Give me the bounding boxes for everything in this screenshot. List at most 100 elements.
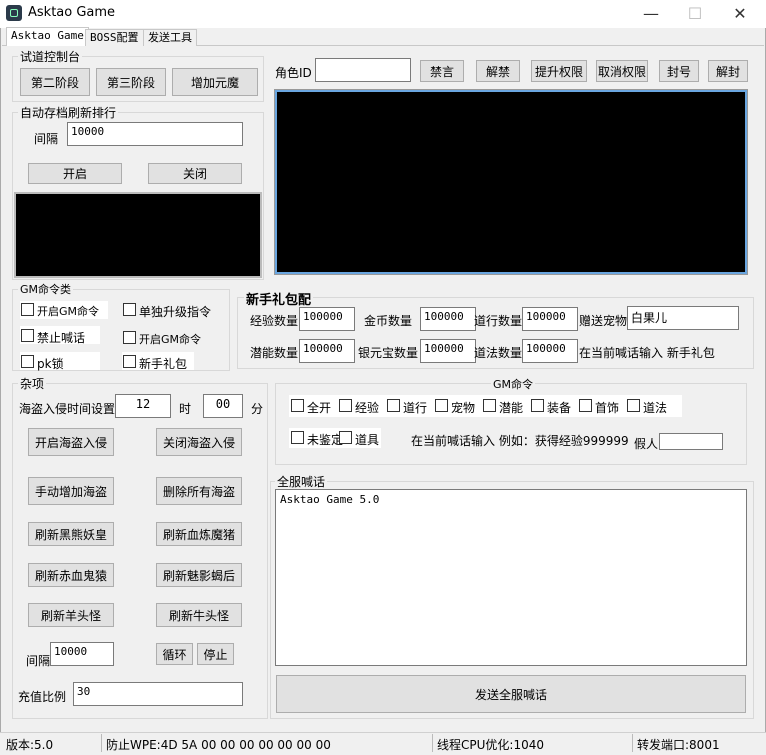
broadcast-textarea[interactable]: Asktao Game 5.0 xyxy=(275,489,747,666)
minimize-button[interactable]: — xyxy=(628,0,674,28)
mute-button[interactable]: 禁言 xyxy=(420,60,464,82)
raise-permission-button[interactable]: 提升权限 xyxy=(531,60,587,82)
gift-pet-label: 赠送宠物 xyxy=(579,314,628,328)
tab-asktao-game[interactable]: Asktao Game xyxy=(6,27,89,46)
gm-pet-checkbox[interactable] xyxy=(435,399,448,412)
daofa-amount-label: 道法数量 xyxy=(474,346,523,360)
gm-item-checkbox[interactable] xyxy=(339,431,352,444)
gm-unidentified-label: 未鉴定 xyxy=(307,433,344,447)
gm-command-hint: 在当前喊话输入 例如：获得经验999999 xyxy=(411,434,629,448)
gold-amount-label: 金币数量 xyxy=(364,314,413,328)
gm-unidentified-checkbox[interactable] xyxy=(291,431,304,444)
recharge-ratio-input[interactable]: 30 xyxy=(73,682,243,706)
single-upgrade-label: 单独升级指令 xyxy=(139,305,212,319)
status-separator xyxy=(101,734,102,752)
refresh-red-ape-button[interactable]: 刷新赤血鬼猿 xyxy=(28,563,114,587)
broadcast-label: 全服喊话 xyxy=(275,473,328,490)
recharge-ratio-label: 充值比例 xyxy=(18,690,67,704)
pirate-minute-input[interactable]: 00 xyxy=(203,394,243,418)
enable-gm-checkbox[interactable] xyxy=(21,303,34,316)
revoke-permission-button[interactable]: 取消权限 xyxy=(596,60,648,82)
enable-gm-label-2: 开启GM命令 xyxy=(139,333,202,346)
gm-exp-checkbox[interactable] xyxy=(339,399,352,412)
misc-interval-input[interactable]: 10000 xyxy=(50,642,114,666)
role-id-input[interactable] xyxy=(315,58,411,82)
hour-unit-label: 时 xyxy=(179,402,192,416)
gm-jewelry-label: 首饰 xyxy=(595,401,620,415)
daohang-amount-label: 道行数量 xyxy=(474,314,523,328)
single-upgrade-checkbox[interactable] xyxy=(123,303,136,316)
gm-jewelry-checkbox[interactable] xyxy=(579,399,592,412)
gm-equip-checkbox[interactable] xyxy=(531,399,544,412)
refresh-goat-head-button[interactable]: 刷新羊头怪 xyxy=(28,603,114,627)
misc-interval-label: 间隔 xyxy=(26,654,51,668)
forbid-shout-label: 禁止喊话 xyxy=(37,331,86,345)
status-wpe: 防止WPE:4D 5A 00 00 00 00 00 00 00 xyxy=(106,738,331,752)
start-pirate-invasion-button[interactable]: 开启海盗入侵 xyxy=(28,428,114,456)
daohang-amount-input[interactable]: 100000 xyxy=(522,307,578,331)
gm-class-label: GM命令类 xyxy=(18,281,74,297)
autosave-start-button[interactable]: 开启 xyxy=(28,163,122,184)
app-icon xyxy=(6,5,22,21)
refresh-bull-head-button[interactable]: 刷新牛头怪 xyxy=(156,603,242,627)
gm-daofa-checkbox[interactable] xyxy=(627,399,640,412)
gold-amount-input[interactable]: 100000 xyxy=(420,307,476,331)
silver-ingot-input[interactable]: 100000 xyxy=(420,339,476,363)
refresh-shadow-scorpion-button[interactable]: 刷新魅影蝎后 xyxy=(156,563,242,587)
autosave-stop-button[interactable]: 关闭 xyxy=(148,163,242,184)
tab-boss-config[interactable]: BOSS配置 xyxy=(85,29,144,46)
role-id-label: 角色ID xyxy=(275,66,312,80)
window-title: Asktao Game xyxy=(28,5,116,20)
daofa-amount-input[interactable]: 100000 xyxy=(522,339,578,363)
unmute-button[interactable]: 解禁 xyxy=(476,60,520,82)
tab-send-tool[interactable]: 发送工具 xyxy=(143,29,197,46)
enable-gm-label: 开启GM命令 xyxy=(37,305,100,318)
enable-gm-checkbox-2[interactable] xyxy=(123,331,136,344)
gm-daofa-label: 道法 xyxy=(643,401,668,415)
forbid-shout-checkbox[interactable] xyxy=(21,329,34,342)
pk-lock-label: pk锁 xyxy=(37,357,64,371)
newbie-gift-checkbox[interactable] xyxy=(123,355,136,368)
refresh-blood-pig-button[interactable]: 刷新血炼魔猪 xyxy=(156,522,242,546)
maximize-button[interactable]: ☐ xyxy=(672,0,718,28)
gm-exp-label: 经验 xyxy=(355,401,380,415)
ban-button[interactable]: 封号 xyxy=(659,60,699,82)
pirate-hour-input[interactable]: 12 xyxy=(115,394,171,418)
gm-daohang-label: 道行 xyxy=(403,401,428,415)
status-separator xyxy=(632,734,633,752)
pirate-time-label: 海盗入侵时间设置 xyxy=(19,402,116,416)
title-bar: Asktao Game — ☐ ✕ xyxy=(0,0,766,28)
misc-label: 杂项 xyxy=(18,375,47,392)
loop-button[interactable]: 循环 xyxy=(156,643,193,665)
gift-pet-input[interactable]: 白果儿 xyxy=(627,306,739,330)
add-pirate-button[interactable]: 手动增加海盗 xyxy=(28,477,114,505)
fake-player-input[interactable] xyxy=(659,433,723,450)
close-button[interactable]: ✕ xyxy=(717,0,763,28)
autosave-log-panel xyxy=(14,192,262,278)
gm-command-label: GM命令 xyxy=(491,376,536,392)
status-separator xyxy=(432,734,433,752)
gm-potential-label: 潜能 xyxy=(499,401,524,415)
gm-item-label: 道具 xyxy=(355,433,380,447)
newbie-gift-label: 新手礼包 xyxy=(139,357,188,371)
delete-all-pirates-button[interactable]: 删除所有海盗 xyxy=(156,477,242,505)
send-broadcast-button[interactable]: 发送全服喊话 xyxy=(276,675,746,713)
gm-potential-checkbox[interactable] xyxy=(483,399,496,412)
pk-lock-checkbox[interactable] xyxy=(21,355,34,368)
stage-three-button[interactable]: 第三阶段 xyxy=(96,68,166,96)
gm-all-checkbox[interactable] xyxy=(291,399,304,412)
newbie-gift-hint: 在当前喊话输入 新手礼包 xyxy=(579,346,715,360)
silver-ingot-label: 银元宝数量 xyxy=(358,346,419,360)
potential-amount-input[interactable]: 100000 xyxy=(299,339,355,363)
add-yuanmo-button[interactable]: 增加元魔 xyxy=(172,68,258,96)
refresh-black-bear-button[interactable]: 刷新黑熊妖皇 xyxy=(28,522,114,546)
unban-button[interactable]: 解封 xyxy=(708,60,748,82)
stage-two-button[interactable]: 第二阶段 xyxy=(20,68,90,96)
autosave-interval-input[interactable]: 10000 xyxy=(67,122,243,146)
exp-amount-input[interactable]: 100000 xyxy=(299,307,355,331)
stop-pirate-invasion-button[interactable]: 关闭海盗入侵 xyxy=(156,428,242,456)
gm-daohang-checkbox[interactable] xyxy=(387,399,400,412)
trial-console-label: 试道控制台 xyxy=(18,48,83,65)
status-version: 版本:5.0 xyxy=(6,738,54,752)
stop-loop-button[interactable]: 停止 xyxy=(197,643,234,665)
